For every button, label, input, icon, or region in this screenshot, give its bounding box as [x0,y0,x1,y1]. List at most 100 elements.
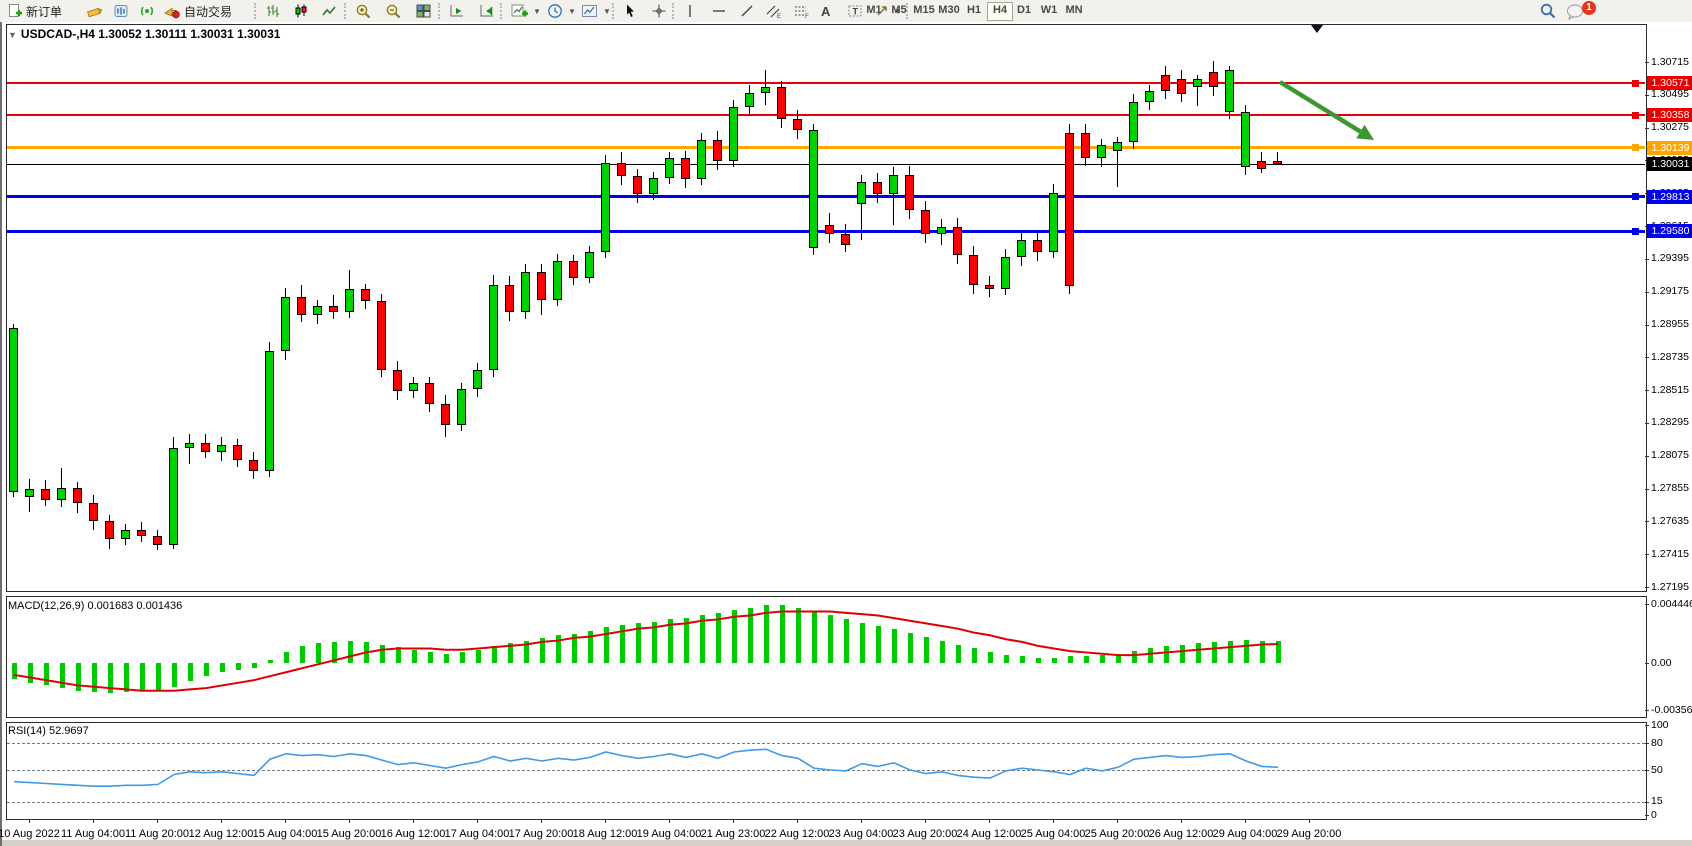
time-axis-tick [1309,819,1310,823]
chart-shift-button[interactable] [476,1,498,21]
zoom-in-button[interactable] [352,1,375,21]
candle-body [1017,240,1026,256]
macd-histogram-bar [300,646,305,663]
cursor-button[interactable] [620,1,641,21]
chart-shift-marker[interactable] [1311,25,1323,33]
periods-button[interactable]: ▼ [544,1,579,21]
svg-text:T: T [853,7,859,17]
candlestick-chart-button[interactable] [290,1,312,21]
tab-timeframe-d1[interactable]: D1 [1012,2,1036,19]
text-tool[interactable]: A [818,1,833,21]
macd-histogram-bar [60,663,65,688]
price-hline[interactable] [7,114,1645,116]
chart-window[interactable]: ▼USDCAD-,H4 1.30052 1.30111 1.30031 1.30… [0,22,1692,846]
zoom-out-button[interactable] [382,1,405,21]
candle-body [569,261,578,277]
time-axis-label: 22 Aug 12:00 [765,828,830,840]
line-chart-button[interactable] [318,1,340,21]
macd-histogram-bar [636,623,641,663]
macd-histogram-bar [908,633,913,663]
price-axis-tick [1645,521,1649,522]
price-hline[interactable] [7,164,1645,165]
fibonacci-tool[interactable]: F [790,1,814,21]
macd-histogram-bar [284,652,289,663]
trendline-tool[interactable] [736,1,758,21]
macd-panel[interactable] [6,596,1647,718]
tile-windows-button[interactable] [412,1,435,21]
price-hline[interactable] [7,146,1645,149]
candle-body [1161,75,1170,91]
rsi-axis-tick [1645,770,1649,771]
tab-timeframe-w1[interactable]: W1 [1037,2,1061,19]
hline-anchor[interactable] [1632,193,1639,200]
macd-axis-label: -0.003566 [1651,704,1692,716]
bar-chart-button[interactable] [262,1,284,21]
vertical-line-tool[interactable] [680,1,700,21]
macd-histogram-bar [956,645,961,663]
notification-badge[interactable]: 1 [1582,1,1596,15]
candle-body [713,140,722,161]
candle-body [297,297,306,315]
hline-anchor[interactable] [1632,228,1639,235]
auto-trading-icon [163,3,181,19]
time-axis-tick [1181,819,1182,823]
candle-body [233,445,242,460]
macd-histogram-bar [620,625,625,663]
new-order-button[interactable]: 新订单 [4,1,65,21]
time-axis-label: 16 Aug 12:00 [381,828,446,840]
price-axis-tick [1645,325,1649,326]
search-button[interactable] [1536,1,1560,21]
indicators-button[interactable]: ▼ [508,1,544,21]
price-hline[interactable] [7,82,1645,84]
time-axis-tick [93,819,94,823]
crayon-button[interactable] [82,1,106,21]
hline-anchor[interactable] [1632,80,1639,87]
candle-body [681,158,690,179]
signal-button[interactable] [136,1,158,21]
macd-histogram-bar [1116,654,1121,663]
horizontal-line-tool[interactable] [708,1,730,21]
chevron-down-icon: ▼ [533,7,541,16]
rsi-panel[interactable] [6,722,1647,820]
crosshair-button[interactable] [648,1,670,21]
candle-body [985,285,994,289]
auto-trading-button[interactable]: 自动交易 [160,1,235,21]
macd-histogram-bar [668,619,673,663]
trading-platform-window: 新订单 自动交易 [0,0,1692,846]
macd-histogram-bar [524,641,529,663]
tab-timeframe-h1[interactable]: H1 [962,2,986,19]
price-axis-label: 1.30715 [1651,56,1689,68]
rsi-axis-tick [1645,802,1649,803]
candle-body [217,445,226,452]
main-price-panel[interactable] [6,24,1647,592]
candle-body [761,87,770,93]
time-axis-tick [797,819,798,823]
tab-timeframe-mn[interactable]: MN [1062,2,1086,19]
tab-timeframe-m1[interactable]: M1 [862,2,886,19]
chart-profile-button[interactable] [110,1,132,21]
time-axis-tick [861,819,862,823]
macd-histogram-bar [204,663,209,676]
macd-histogram-bar [348,641,353,663]
macd-axis-tick [1645,663,1649,664]
hline-anchor[interactable] [1632,112,1639,119]
equidistant-channel-tool[interactable]: E [762,1,786,21]
tab-timeframe-m15[interactable]: M15 [912,2,936,19]
time-axis-label: 18 Aug 12:00 [573,828,638,840]
macd-histogram-bar [92,663,97,692]
chart-shift-icon [479,3,495,19]
macd-histogram-bar [796,608,801,663]
macd-histogram-bar [396,647,401,663]
candle-body [697,140,706,179]
tab-timeframe-h4[interactable]: H4 [987,2,1013,21]
hline-anchor[interactable] [1632,144,1639,151]
price-hline[interactable] [7,195,1645,198]
macd-histogram-bar [588,631,593,663]
candle-body [633,176,642,194]
tab-timeframe-m30[interactable]: M30 [937,2,961,19]
tab-timeframe-m5[interactable]: M5 [887,2,911,19]
templates-button[interactable]: ▼ [578,1,614,21]
indicators-icon [511,3,529,20]
candle-body [73,488,82,503]
auto-scroll-button[interactable] [446,1,468,21]
